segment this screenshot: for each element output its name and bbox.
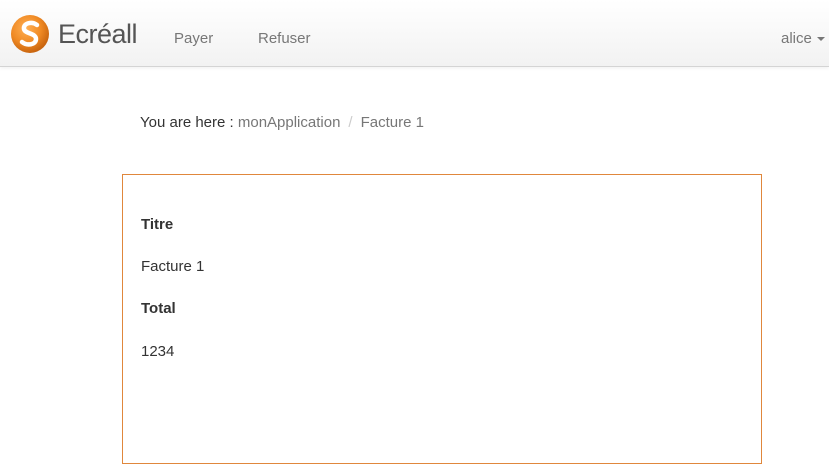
breadcrumb-separator: /	[348, 114, 353, 131]
field-value-titre: Facture 1	[141, 258, 205, 275]
field-label-total: Total	[141, 300, 176, 317]
nav-link-payer[interactable]: Payer	[174, 30, 213, 48]
nav-link-refuser[interactable]: Refuser	[258, 30, 311, 48]
breadcrumb: You are here : monApplication / Facture 1	[140, 114, 424, 132]
ecreall-logo-icon	[11, 15, 49, 53]
user-menu[interactable]: alice	[781, 30, 825, 48]
breadcrumb-item-current: Facture 1	[360, 114, 424, 131]
chevron-down-icon	[816, 37, 825, 42]
field-label-titre: Titre	[141, 216, 174, 233]
breadcrumb-item-monapplication[interactable]: monApplication	[238, 114, 341, 131]
detail-card: Titre Facture 1 Total 1234	[122, 174, 762, 464]
brand-name: Ecréall	[58, 19, 138, 49]
breadcrumb-prefix: You are here :	[140, 114, 234, 131]
navbar: Ecréall Payer Refuser alice	[0, 0, 829, 67]
field-value-total: 1234	[141, 343, 175, 360]
user-name: alice	[781, 30, 812, 47]
brand[interactable]: Ecréall	[10, 14, 138, 54]
